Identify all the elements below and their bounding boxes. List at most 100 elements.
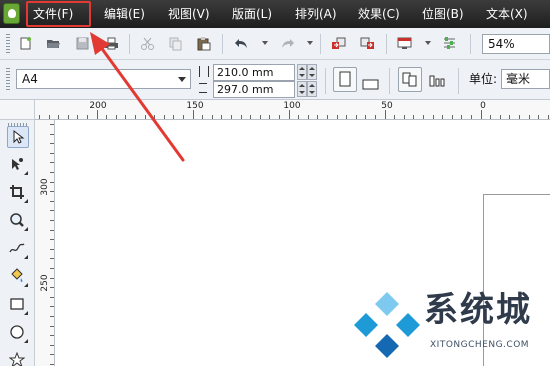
ruler-tick xyxy=(202,115,204,119)
ruler-label: 300 xyxy=(40,178,50,196)
height-spinner-alt[interactable] xyxy=(307,81,317,97)
ruler-tick xyxy=(115,115,117,119)
ruler-tick xyxy=(50,268,54,269)
ruler-tick xyxy=(58,115,60,119)
menu-arrange[interactable]: 排列(A) xyxy=(295,6,337,22)
menu-bitmaps[interactable]: 位图(B) xyxy=(422,6,464,22)
toolbar-separator xyxy=(222,34,223,54)
flyout-indicator-icon xyxy=(24,283,28,287)
menu-view[interactable]: 视图(V) xyxy=(168,6,210,22)
watermark-logo-icon xyxy=(354,292,420,358)
ruler-tick xyxy=(50,316,54,317)
toolbar-separator xyxy=(470,34,471,54)
flyout-indicator-icon xyxy=(24,227,28,231)
shape-tool-icon[interactable] xyxy=(7,154,29,176)
vertical-ruler[interactable]: 300 250 xyxy=(35,120,55,366)
pick-tool-icon[interactable] xyxy=(7,126,29,148)
ruler-tick xyxy=(67,115,69,119)
toolbar-separator xyxy=(320,34,321,54)
application-launcher-icon[interactable] xyxy=(397,36,412,51)
portrait-button[interactable] xyxy=(333,67,357,92)
ruler-tick xyxy=(269,115,271,119)
menu-layout[interactable]: 版面(L) xyxy=(232,6,272,22)
launcher-dropdown-icon[interactable] xyxy=(425,41,431,45)
toolbar-separator xyxy=(458,68,459,94)
ruler-tick xyxy=(538,115,540,119)
new-icon[interactable] xyxy=(18,36,33,51)
ruler-tick xyxy=(77,115,79,119)
ruler-tick xyxy=(50,325,54,327)
ruler-tick xyxy=(471,115,472,119)
ruler-tick xyxy=(50,354,54,356)
chevron-down-icon[interactable] xyxy=(178,77,186,82)
paper-size-value: A4 xyxy=(22,72,38,86)
zoom-tool-icon[interactable] xyxy=(7,210,29,232)
export-icon[interactable] xyxy=(360,36,375,51)
horizontal-ruler[interactable]: 200 150 100 50 0 xyxy=(35,100,550,120)
ruler-tick xyxy=(50,344,54,346)
toolbar-grip[interactable] xyxy=(6,34,10,54)
cut-icon[interactable] xyxy=(140,36,155,51)
zoom-level-field[interactable]: 54% xyxy=(482,34,550,54)
ruler-label: 250 xyxy=(40,274,50,292)
paste-icon[interactable] xyxy=(196,36,211,51)
ruler-tick xyxy=(125,115,127,119)
current-page-icon[interactable] xyxy=(428,73,446,89)
menu-edit[interactable]: 编辑(E) xyxy=(104,6,145,22)
copy-icon[interactable] xyxy=(168,36,183,51)
undo-icon[interactable] xyxy=(234,36,249,51)
page-width-field[interactable]: 210.0 mm xyxy=(213,64,295,81)
smart-fill-tool-icon[interactable] xyxy=(7,266,29,288)
ruler-tick xyxy=(144,115,146,119)
flyout-indicator-icon xyxy=(24,255,28,259)
ruler-tick xyxy=(211,115,213,119)
page-height-field[interactable]: 297.0 mm xyxy=(213,81,295,98)
width-spinner[interactable] xyxy=(297,64,307,80)
width-spinner-alt[interactable] xyxy=(307,64,317,80)
undo-dropdown-icon[interactable] xyxy=(262,41,268,45)
redo-dropdown-icon[interactable] xyxy=(307,41,313,45)
ruler-label: 50 xyxy=(381,101,393,111)
ruler-origin[interactable] xyxy=(0,100,35,120)
open-icon[interactable] xyxy=(46,36,61,51)
crop-tool-icon[interactable] xyxy=(7,182,29,204)
menu-file[interactable]: 文件(F) xyxy=(33,6,73,22)
landscape-icon[interactable] xyxy=(362,75,380,90)
ruler-tick xyxy=(355,115,357,119)
ruler-tick xyxy=(50,143,54,145)
flyout-indicator-icon xyxy=(24,339,28,343)
polygon-tool-icon[interactable] xyxy=(7,350,29,366)
ruler-tick xyxy=(250,115,252,119)
import-icon[interactable] xyxy=(331,36,346,51)
ruler-tick xyxy=(365,115,367,119)
redo-icon[interactable] xyxy=(280,36,295,51)
ruler-tick xyxy=(50,229,54,231)
height-spinner[interactable] xyxy=(297,81,307,97)
ruler-tick xyxy=(50,172,54,173)
ruler-tick xyxy=(519,115,520,119)
ruler-label: 150 xyxy=(186,101,204,111)
ruler-tick xyxy=(461,115,463,119)
toolbar-separator xyxy=(386,34,387,54)
watermark-domain: XITONGCHENG.COM xyxy=(430,340,530,350)
menu-text[interactable]: 文本(X) xyxy=(486,6,528,22)
flyout-indicator-icon xyxy=(24,311,28,315)
ruler-tick xyxy=(509,115,511,119)
print-icon[interactable] xyxy=(104,36,119,51)
ruler-tick xyxy=(298,115,300,119)
rectangle-tool-icon[interactable] xyxy=(7,294,29,316)
ellipse-tool-icon[interactable] xyxy=(7,322,29,344)
ruler-tick xyxy=(259,115,261,119)
save-icon[interactable] xyxy=(75,36,90,51)
ruler-tick xyxy=(394,115,396,119)
ruler-tick xyxy=(192,110,194,119)
propertybar-grip[interactable] xyxy=(6,68,10,92)
menu-effects[interactable]: 效果(C) xyxy=(358,6,400,22)
unit-select[interactable]: 毫米 xyxy=(501,69,550,89)
ruler-tick xyxy=(240,115,242,119)
paper-size-select[interactable]: A4 xyxy=(16,69,191,89)
freehand-tool-icon[interactable] xyxy=(7,238,29,260)
all-pages-button[interactable] xyxy=(398,67,422,92)
ruler-tick xyxy=(50,287,54,289)
options-icon[interactable] xyxy=(442,36,457,51)
